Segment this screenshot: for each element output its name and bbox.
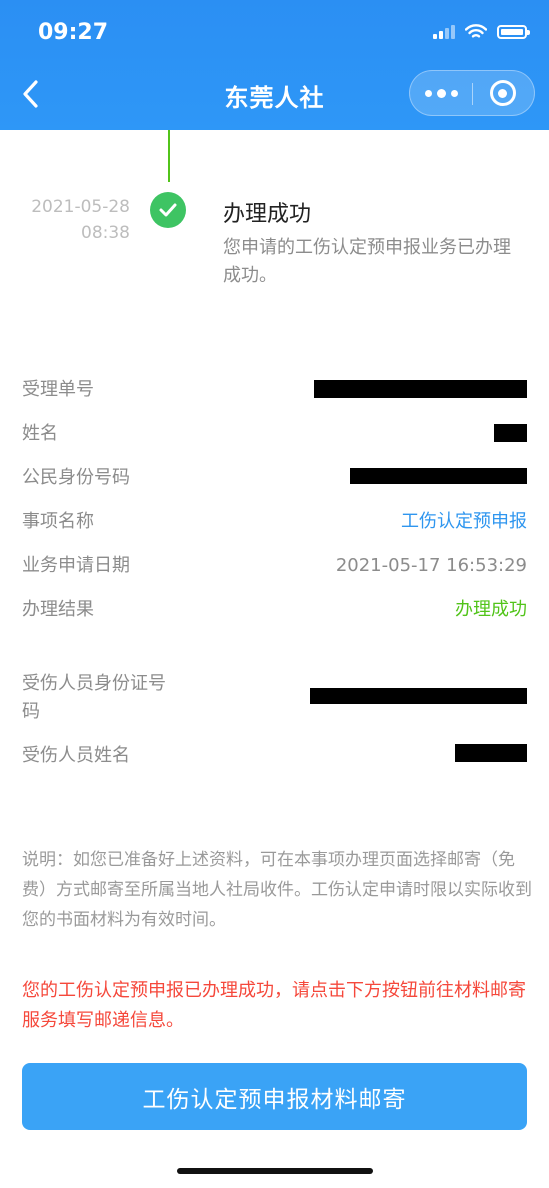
home-indicator [177, 1168, 373, 1174]
material-mailing-button[interactable]: 工伤认定预申报材料邮寄 [22, 1063, 527, 1130]
header-bar: 09:27 东莞人社 [0, 0, 549, 130]
timeline-time: 08:38 [81, 223, 130, 243]
timeline-date: 2021-05-28 [31, 197, 130, 217]
status-time: 09:27 [38, 20, 109, 45]
detail-label-name: 姓名 [22, 423, 58, 444]
detail-value-item-name[interactable]: 工伤认定预申报 [401, 508, 527, 536]
detail-label-result: 办理结果 [22, 599, 94, 620]
signal-icon [433, 25, 455, 39]
redacted-injured-name [455, 744, 527, 762]
close-miniprogram-button[interactable] [471, 71, 534, 115]
redacted-id-number [350, 468, 527, 484]
battery-icon [497, 25, 530, 39]
detail-value-result: 办理成功 [455, 599, 527, 620]
more-dots-icon [425, 89, 432, 97]
timeline-title: 办理成功 [223, 202, 312, 227]
mini-program-capsule [409, 70, 535, 116]
detail-label-apply-date: 业务申请日期 [22, 555, 130, 576]
detail-label-injured-name: 受伤人员姓名 [22, 745, 130, 766]
target-icon [489, 80, 516, 106]
instruction-note: 说明：如您已准备好上述资料，可在本事项办理页面选择邮寄（免费）方式邮寄至所属当地… [22, 850, 532, 930]
more-button[interactable] [410, 71, 473, 115]
status-icons [433, 24, 530, 40]
success-check-icon [150, 192, 186, 228]
detail-value-apply-date: 2021-05-17 16:53:29 [335, 555, 527, 576]
redacted-injured-id [310, 688, 527, 704]
redacted-acceptance-no [314, 380, 527, 398]
redacted-name [494, 424, 527, 442]
detail-label-injured-id: 受伤人员身份证号码 [22, 673, 166, 722]
detail-label-item-name: 事项名称 [22, 511, 94, 532]
timeline-connector [168, 130, 170, 182]
detail-label-id-number: 公民身份号码 [22, 467, 130, 488]
success-notice: 您的工伤认定预申报已办理成功，请点击下方按钮前往材料邮寄服务填写邮递信息。 [22, 980, 526, 1031]
timeline-timestamp: 2021-05-28 08:38 [20, 194, 130, 246]
wifi-icon [465, 24, 487, 38]
timeline-description: 您申请的工伤认定预申报业务已办理成功。 [223, 237, 511, 286]
detail-label-acceptance-no: 受理单号 [22, 379, 94, 400]
